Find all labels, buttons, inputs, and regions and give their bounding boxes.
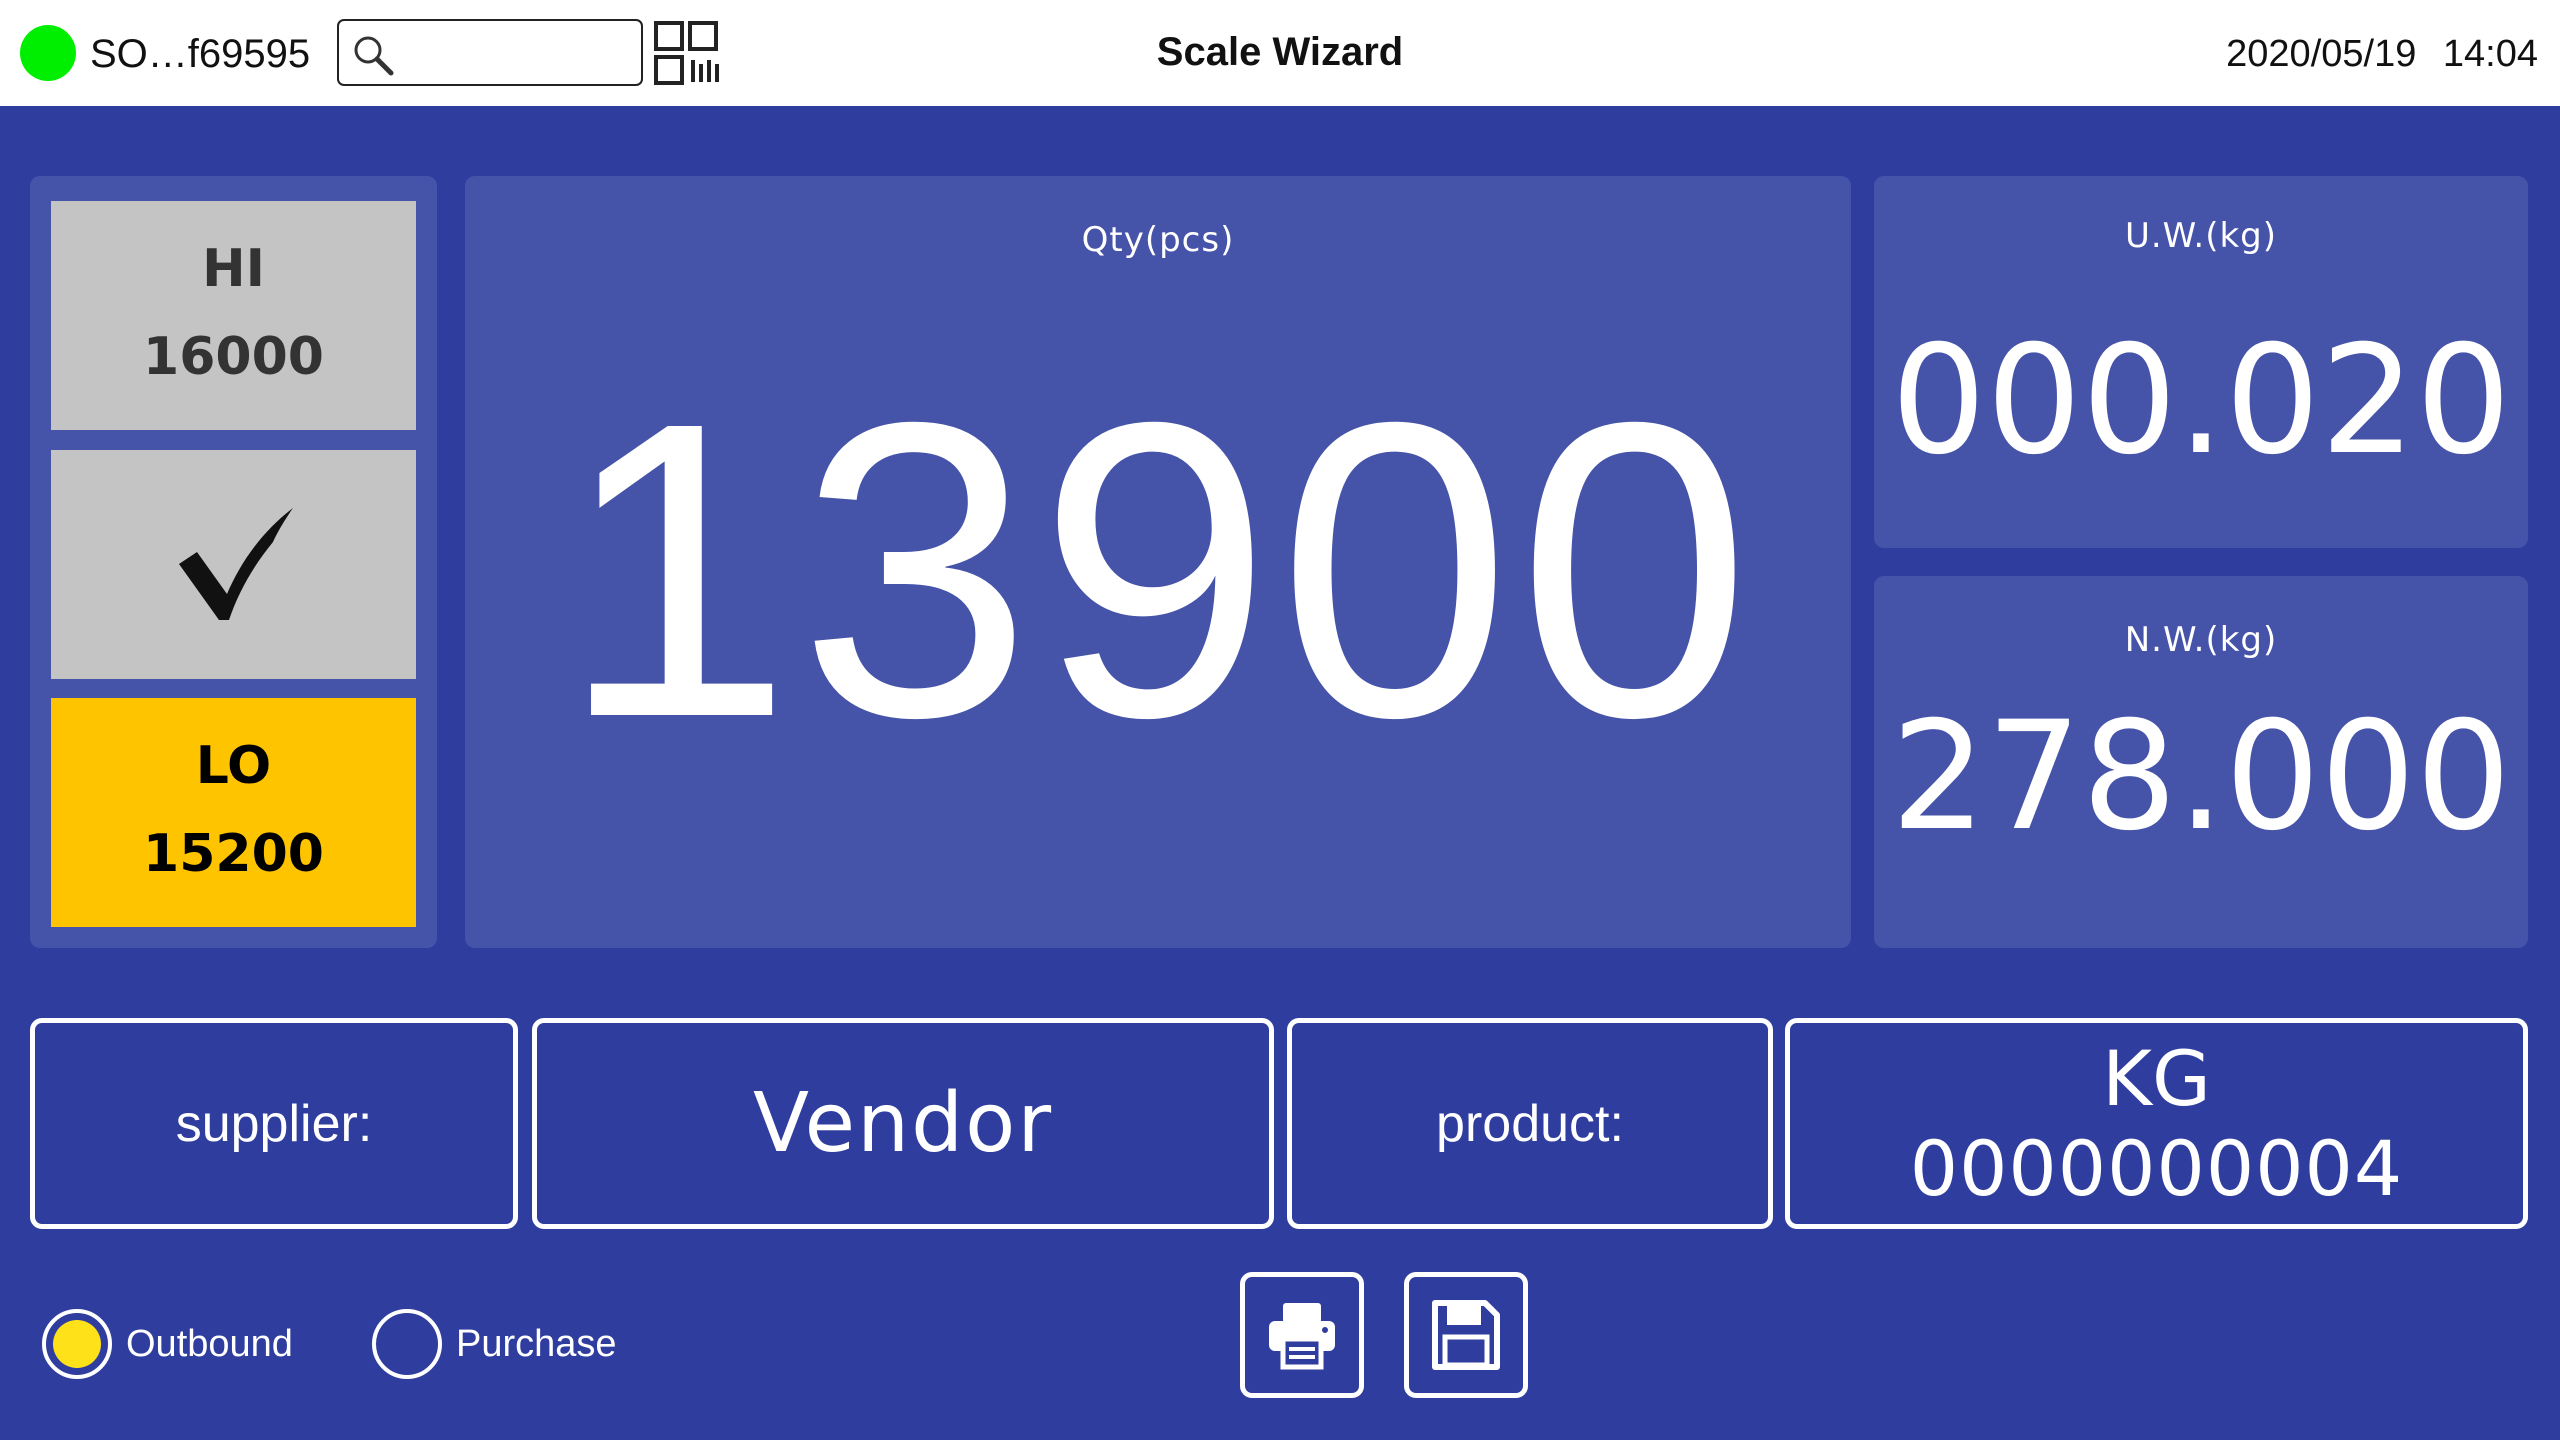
high-limit-box[interactable]: HI 16000 [51, 201, 416, 430]
search-icon [354, 36, 394, 76]
checkmark-icon [179, 508, 293, 620]
unit-weight-label: U.W.(kg) [2124, 216, 2278, 256]
supplier-label: supplier: [175, 1094, 373, 1153]
quantity-panel: Qty(pcs) 13900 [465, 176, 1851, 948]
datetime-display: 2020/05/19 14:04 [2226, 26, 2538, 82]
limits-panel: HI 16000 LO 15200 [30, 176, 437, 948]
search-input[interactable] [337, 19, 643, 86]
top-bar: SO…f69595 Scale Wizard 2020/05/19 14:04 [0, 0, 2560, 106]
limit-status-box [51, 450, 416, 679]
connection-status-indicator [20, 25, 76, 81]
unit-weight-panel[interactable]: U.W.(kg) 000.020 [1874, 176, 2528, 548]
printer-icon [1269, 1303, 1335, 1370]
unit-weight-value: 000.020 [1890, 314, 2512, 488]
low-limit-label: LO [195, 736, 272, 796]
print-button[interactable] [1240, 1272, 1364, 1398]
supplier-value: Vendor [752, 1076, 1054, 1171]
floppy-disk-icon [1432, 1300, 1500, 1370]
purchase-radio-label: Purchase [456, 1322, 617, 1365]
purchase-radio-circle [372, 1309, 442, 1379]
qr-code-scan-button[interactable] [653, 20, 721, 86]
low-limit-box[interactable]: LO 15200 [51, 698, 416, 927]
product-label-box: product: [1287, 1018, 1773, 1229]
outbound-radio-circle [42, 1309, 112, 1379]
quantity-label: Qty(pcs) [1081, 220, 1235, 260]
quantity-value: 13900 [559, 336, 1757, 805]
app-title: Scale Wizard [1156, 30, 1404, 74]
high-limit-label: HI [202, 239, 265, 299]
qr-code-icon [654, 21, 719, 85]
high-limit-value: 16000 [143, 327, 324, 387]
low-limit-value: 15200 [143, 824, 324, 884]
order-id-label: SO…f69595 [90, 32, 311, 76]
product-select[interactable]: KG 0000000004 [1785, 1018, 2528, 1229]
outbound-radio[interactable]: Outbound [42, 1308, 293, 1380]
date-text: 2020/05/19 [2226, 33, 2417, 75]
time-text: 14:04 [2442, 33, 2538, 75]
product-name: KG [2102, 1033, 2211, 1123]
product-code: 0000000004 [1909, 1123, 2404, 1213]
product-label: product: [1436, 1094, 1624, 1153]
save-button[interactable] [1404, 1272, 1528, 1398]
supplier-select[interactable]: Vendor [532, 1018, 1274, 1229]
outbound-radio-label: Outbound [126, 1322, 293, 1365]
net-weight-panel: N.W.(kg) 278.000 [1874, 576, 2528, 948]
net-weight-value: 278.000 [1890, 690, 2512, 864]
supplier-label-box: supplier: [30, 1018, 518, 1229]
net-weight-label: N.W.(kg) [2124, 620, 2278, 660]
purchase-radio[interactable]: Purchase [372, 1308, 617, 1380]
